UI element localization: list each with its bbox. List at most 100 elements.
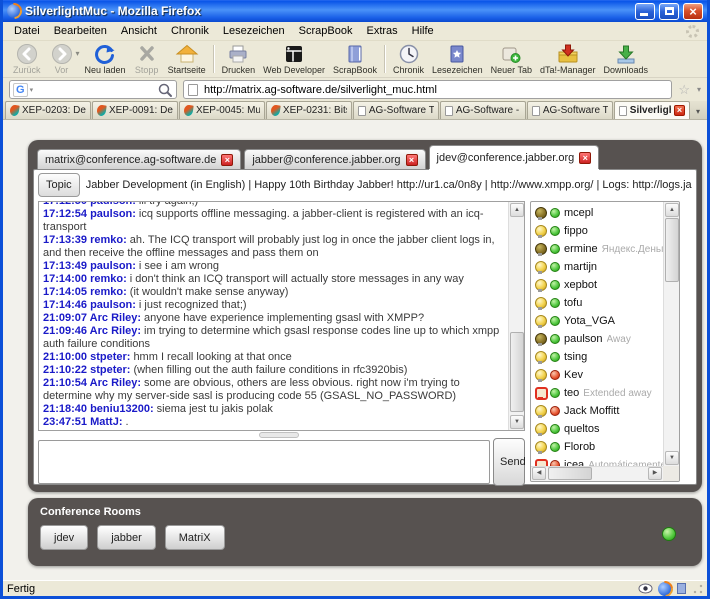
forward-button[interactable]: Vor xyxy=(45,42,79,76)
roster-item[interactable]: tofu xyxy=(531,294,663,312)
scroll-up-icon[interactable]: ▲ xyxy=(510,203,524,217)
presence-icon xyxy=(550,208,560,218)
downloads-icon xyxy=(614,43,638,65)
downloads-button[interactable]: Downloads xyxy=(600,42,653,76)
bookmark-star-icon[interactable]: ☆ xyxy=(678,83,690,96)
browser-tab[interactable]: XEP-0203: Del... × xyxy=(5,101,91,119)
menu-item[interactable]: Chronik xyxy=(164,23,216,39)
roster-item[interactable]: mcepl xyxy=(531,204,663,222)
room-close-icon[interactable]: × xyxy=(221,154,233,166)
room-tab[interactable]: jabber@conference.jabber.org × xyxy=(244,149,425,169)
scroll-down-icon[interactable]: ▼ xyxy=(665,451,679,465)
menu-item[interactable]: ScrapBook xyxy=(292,23,360,39)
roster-item[interactable]: Kev xyxy=(531,366,663,384)
browser-tab[interactable]: Silverligh... × xyxy=(614,101,690,119)
search-bar[interactable]: G ▾ xyxy=(9,80,177,99)
room-panel: Topic Jabber Development (in English) | … xyxy=(33,169,697,485)
forward-icon xyxy=(50,43,74,65)
scroll-left-icon[interactable]: ◀ xyxy=(532,467,546,480)
roster-scrollbar[interactable]: ▲ ▼ xyxy=(663,202,679,466)
chat-message: 21:10:00 stpeter:hmm I recall looking at… xyxy=(43,351,503,364)
presence-icon xyxy=(550,352,560,362)
search-input[interactable] xyxy=(35,83,155,97)
tab-close-icon[interactable]: × xyxy=(674,105,685,116)
roster-item[interactable]: teo Extended away xyxy=(531,384,663,402)
close-button[interactable]: × xyxy=(683,3,703,20)
stop-button[interactable]: Stopp xyxy=(130,42,164,76)
scrapbook-button[interactable]: ScrapBook xyxy=(329,42,381,76)
newtab-button[interactable]: Neuer Tab xyxy=(487,42,536,76)
bookmark-dropdown-icon[interactable]: ▾ xyxy=(697,85,701,94)
browser-tab[interactable]: XEP-0231: Bits ... × xyxy=(266,101,352,119)
roster-hscrollbar[interactable]: ◀ ▶ xyxy=(531,466,663,481)
dta-manager-button[interactable]: dTa!-Manager xyxy=(536,42,600,76)
maximize-button[interactable] xyxy=(659,3,679,20)
scrapbook-status-icon[interactable] xyxy=(677,583,686,594)
room-tab[interactable]: matrix@conference.ag-software.de × xyxy=(37,149,241,169)
browser-tab[interactable]: AG-Software - ... × xyxy=(440,101,526,119)
chat-scrollbar[interactable]: ▲ ▼ xyxy=(508,202,524,430)
roster-hscroll-thumb[interactable] xyxy=(548,467,592,480)
room-button[interactable]: jabber xyxy=(97,525,156,550)
browser-tab[interactable]: AG-Software T... × xyxy=(527,101,613,119)
roster-item[interactable]: tsing xyxy=(531,348,663,366)
back-button[interactable]: Zurück xyxy=(9,42,45,76)
roster-item[interactable]: xepbot xyxy=(531,276,663,294)
chat-scroll-thumb[interactable] xyxy=(510,332,524,412)
scroll-up-icon[interactable]: ▲ xyxy=(665,203,679,217)
roster-name: Kev xyxy=(564,369,583,381)
message-text: siema jest tu jakis polak xyxy=(157,403,273,415)
roster-item[interactable]: Yota_VGA xyxy=(531,312,663,330)
roster-item[interactable]: fippo xyxy=(531,222,663,240)
menu-item[interactable]: Extras xyxy=(359,23,404,39)
room-tab[interactable]: jdev@conference.jabber.org × xyxy=(429,145,600,169)
roster-item[interactable]: ermine Яндекс.Деньги xyxy=(531,240,663,258)
menu-item[interactable]: Lesezeichen xyxy=(216,23,292,39)
scroll-down-icon[interactable]: ▼ xyxy=(510,415,524,429)
history-dropdown-icon[interactable]: ▾ xyxy=(76,49,80,58)
bookmarks-button[interactable]: Lesezeichen xyxy=(428,42,487,76)
room-close-icon[interactable]: × xyxy=(579,152,591,164)
menu-item[interactable]: Hilfe xyxy=(405,23,441,39)
roster-scroll-thumb[interactable] xyxy=(665,218,679,282)
roster-item[interactable]: jcea Automáticamente xyxy=(531,456,663,466)
send-button[interactable]: Send xyxy=(493,438,525,486)
url-input[interactable] xyxy=(202,83,667,97)
tab-favicon xyxy=(532,106,540,116)
menu-item[interactable]: Ansicht xyxy=(114,23,164,39)
search-engine-dropdown-icon[interactable]: ▾ xyxy=(30,86,34,94)
webdeveloper-button[interactable]: Web Developer xyxy=(259,42,329,76)
message-input[interactable] xyxy=(38,440,490,484)
print-button[interactable]: Drucken xyxy=(218,42,260,76)
roster-item[interactable]: Jack Moffitt xyxy=(531,402,663,420)
chat-log[interactable]: 17:12:50 paulson:ill try again;) 17:12:5… xyxy=(38,201,525,431)
room-close-icon[interactable]: × xyxy=(406,154,418,166)
roster-item[interactable]: queltos xyxy=(531,420,663,438)
home-button[interactable]: Startseite xyxy=(164,42,210,76)
scroll-right-icon[interactable]: ▶ xyxy=(648,467,662,480)
tab-list-dropdown-icon[interactable]: ▾ xyxy=(691,103,705,119)
adblock-eye-icon[interactable] xyxy=(638,583,653,594)
roster-item[interactable]: martijn xyxy=(531,258,663,276)
roster-name: Jack Moffitt xyxy=(564,405,619,417)
menu-item[interactable]: Bearbeiten xyxy=(47,23,114,39)
browser-window: SilverlightMuc - Mozilla Firefox × Datei… xyxy=(0,0,710,599)
browser-tab[interactable]: XEP-0045: Mult... × xyxy=(179,101,265,119)
reload-button[interactable]: Neu laden xyxy=(81,42,130,76)
minimize-button[interactable] xyxy=(635,3,655,20)
browser-tab[interactable]: XEP-0091: Del... × xyxy=(92,101,178,119)
browser-tab[interactable]: AG-Software T... × xyxy=(353,101,439,119)
url-bar[interactable] xyxy=(183,80,672,99)
room-button[interactable]: MatriX xyxy=(165,525,225,550)
firefox-status-icon[interactable] xyxy=(658,582,672,596)
menu-item[interactable]: Datei xyxy=(7,23,47,39)
splitter-handle[interactable] xyxy=(259,432,299,438)
topic-button[interactable]: Topic xyxy=(38,173,80,197)
room-button[interactable]: jdev xyxy=(40,525,88,550)
connection-status-icon xyxy=(662,527,676,541)
history-button[interactable]: Chronik xyxy=(389,42,428,76)
roster-item[interactable]: paulson Away xyxy=(531,330,663,348)
dta-manager-icon xyxy=(556,43,580,65)
resize-grip[interactable] xyxy=(693,584,703,594)
roster-item[interactable]: Florob xyxy=(531,438,663,456)
